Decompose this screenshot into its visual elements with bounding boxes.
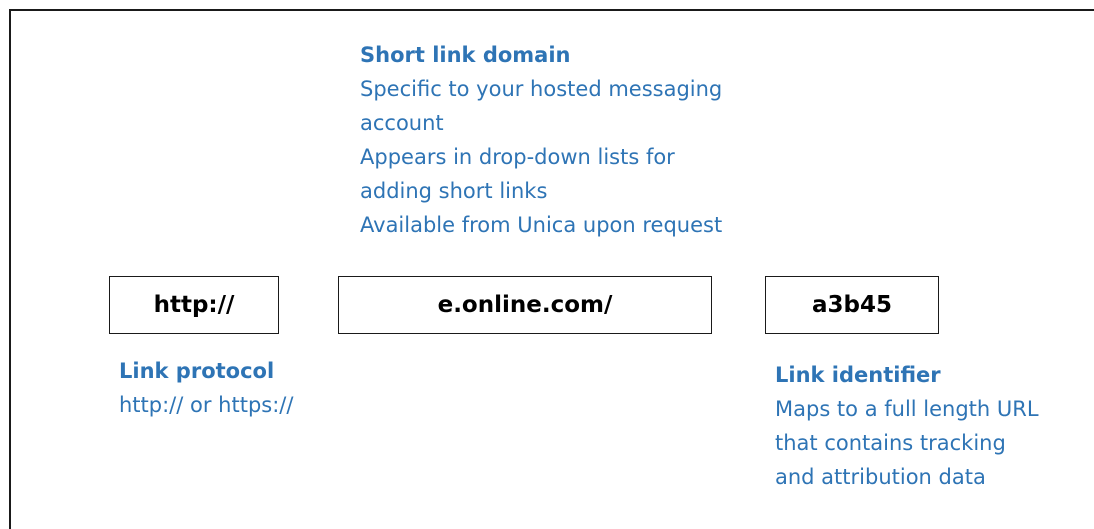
domain-value: e.online.com/ (437, 292, 613, 318)
domain-annotation-line: Available from Unica upon request (360, 213, 723, 237)
domain-box: e.online.com/ (338, 276, 712, 334)
protocol-value: http:// (153, 292, 235, 318)
protocol-annotation: Link protocol http:// or https:// (119, 354, 293, 422)
identifier-annotation-line: Maps to a full length URL (775, 397, 1039, 421)
identifier-box: a3b45 (765, 276, 939, 334)
protocol-box: http:// (109, 276, 279, 334)
domain-annotation-line: account (360, 111, 444, 135)
domain-annotation-line: Appears in drop-down lists for (360, 145, 675, 169)
domain-annotation-line: Specific to your hosted messaging (360, 77, 723, 101)
identifier-annotation-line: and attribution data (775, 465, 986, 489)
identifier-annotation-title: Link identifier (775, 363, 941, 387)
domain-annotation-line: adding short links (360, 179, 548, 203)
domain-annotation-title: Short link domain (360, 43, 571, 67)
domain-annotation: Short link domain Specific to your hoste… (360, 38, 722, 242)
protocol-annotation-title: Link protocol (119, 359, 275, 383)
identifier-annotation-line: that contains tracking (775, 431, 1006, 455)
protocol-annotation-line: http:// or https:// (119, 393, 294, 417)
identifier-value: a3b45 (812, 292, 892, 318)
identifier-annotation: Link identifier Maps to a full length UR… (775, 358, 1039, 494)
